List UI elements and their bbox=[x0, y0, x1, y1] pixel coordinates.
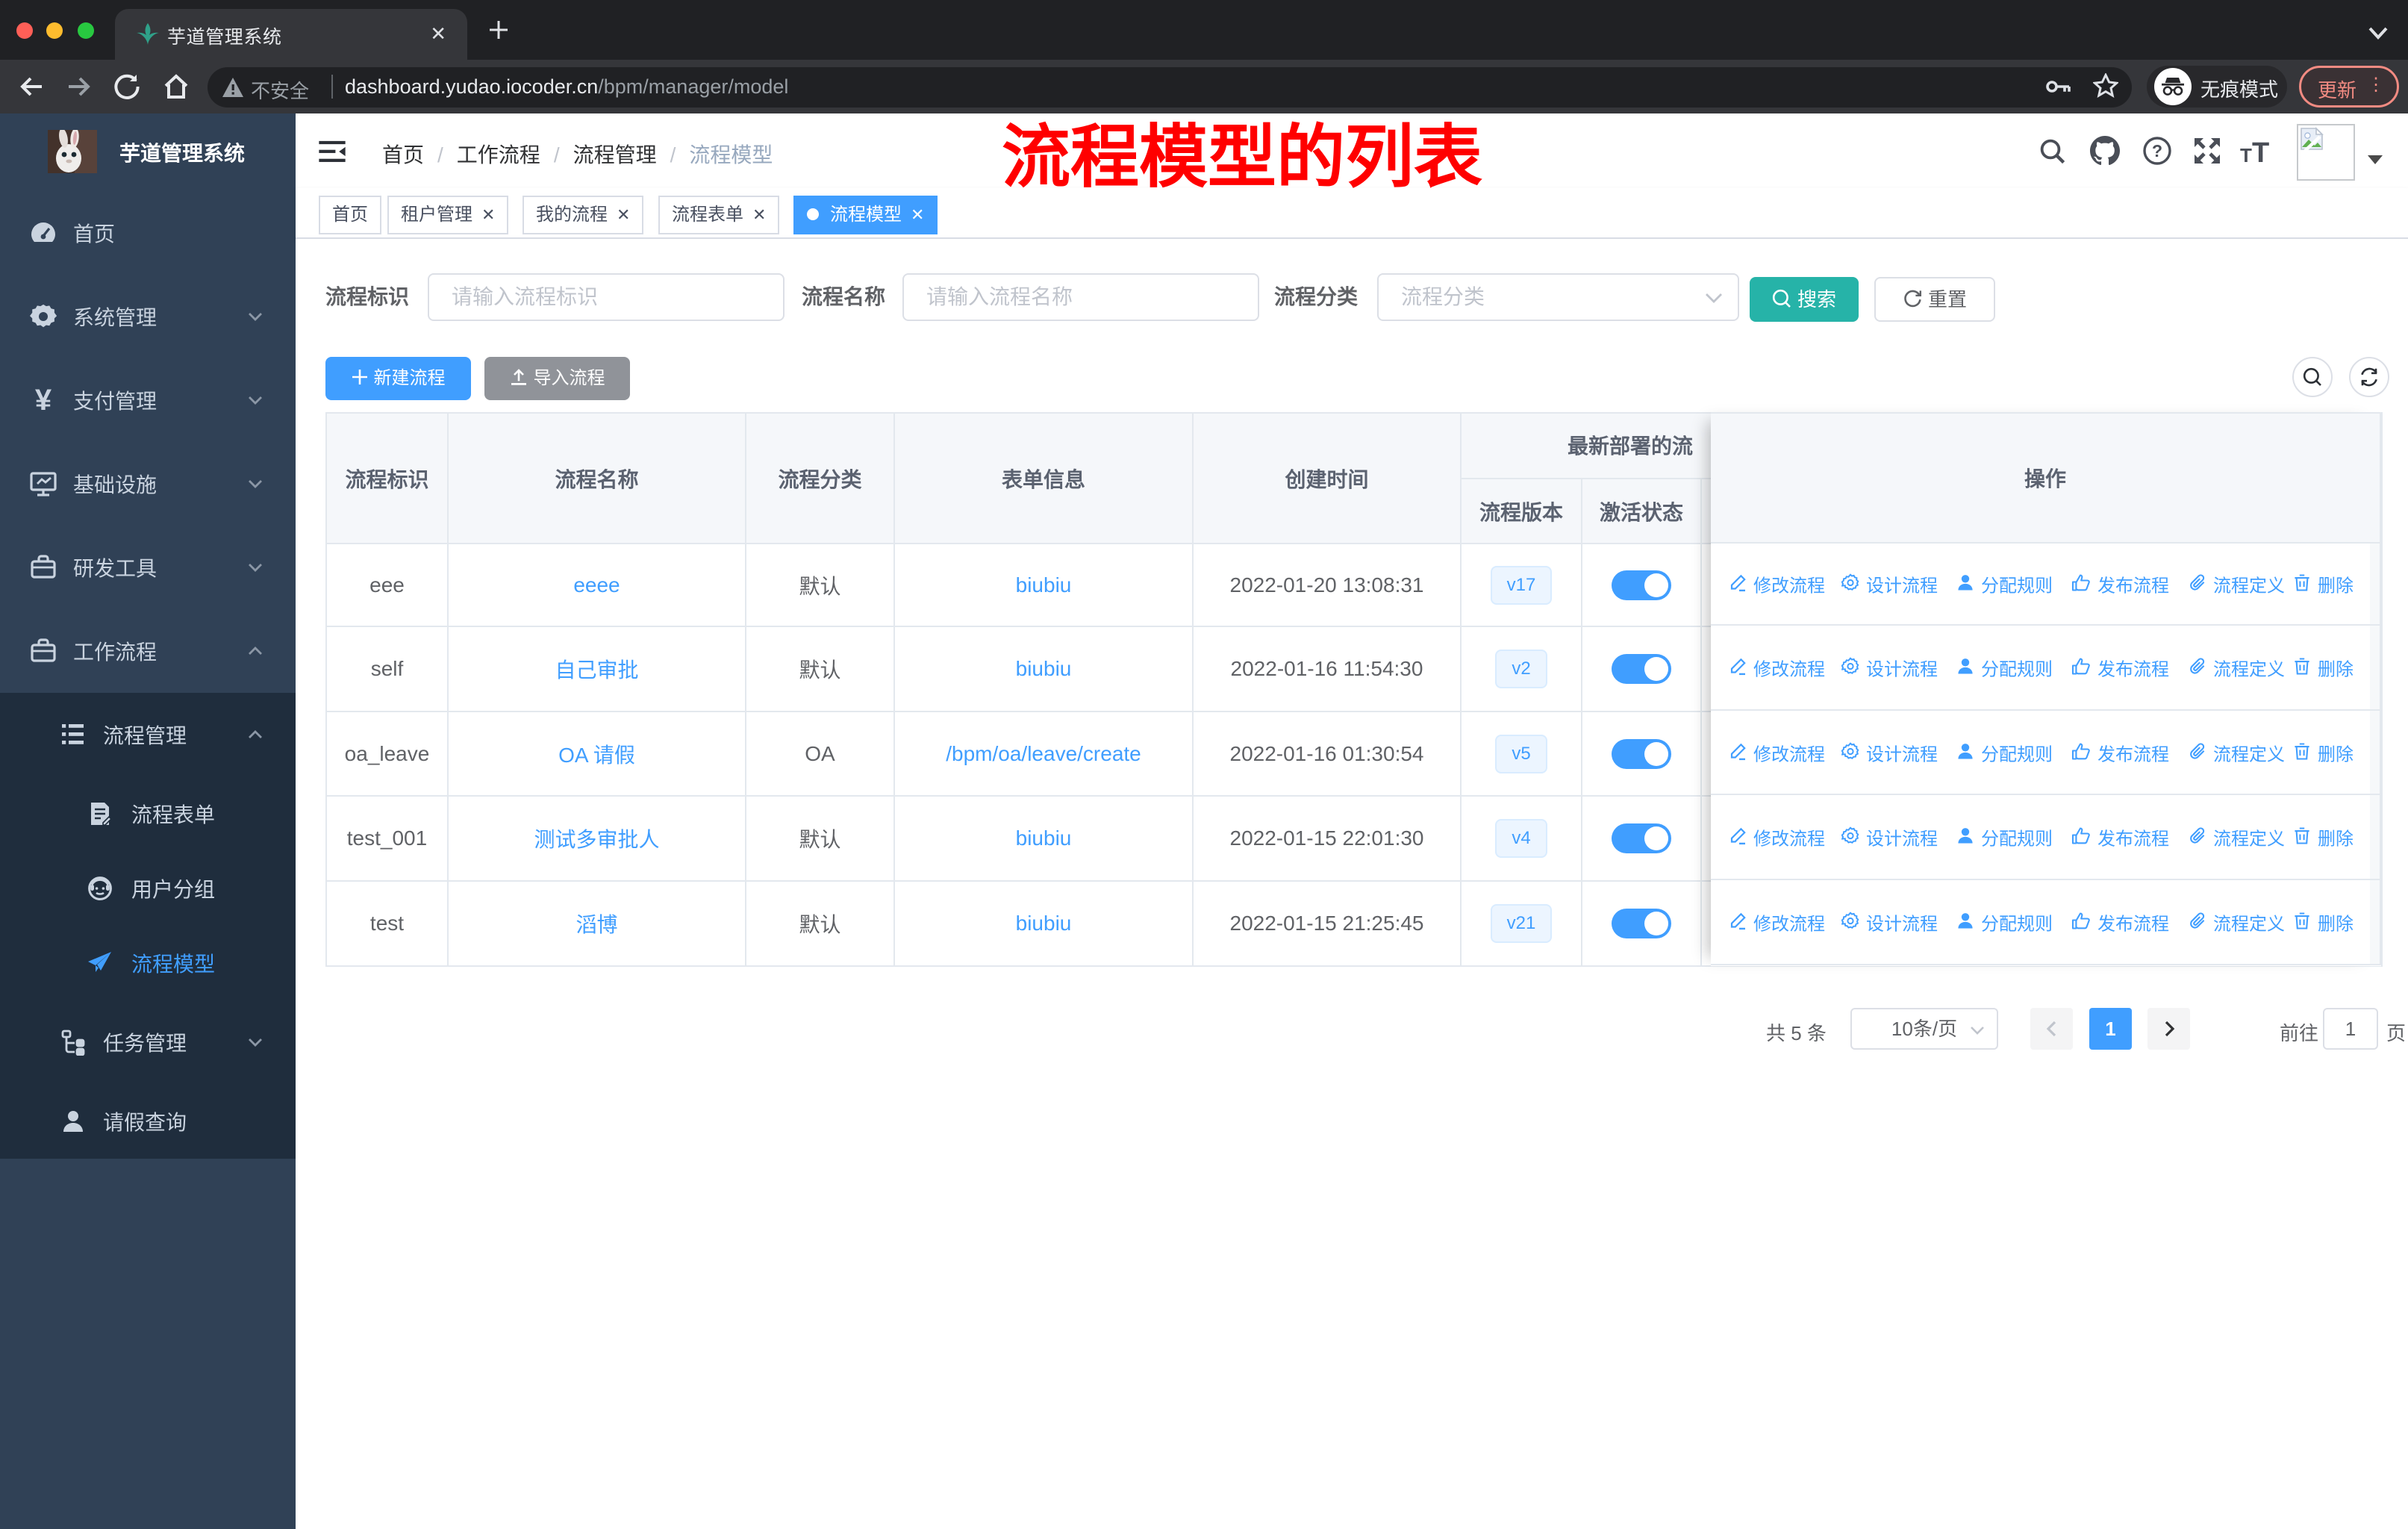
svg-text:?: ? bbox=[2152, 141, 2162, 161]
svg-text:T: T bbox=[2252, 139, 2269, 163]
svg-text:T: T bbox=[2240, 144, 2252, 163]
